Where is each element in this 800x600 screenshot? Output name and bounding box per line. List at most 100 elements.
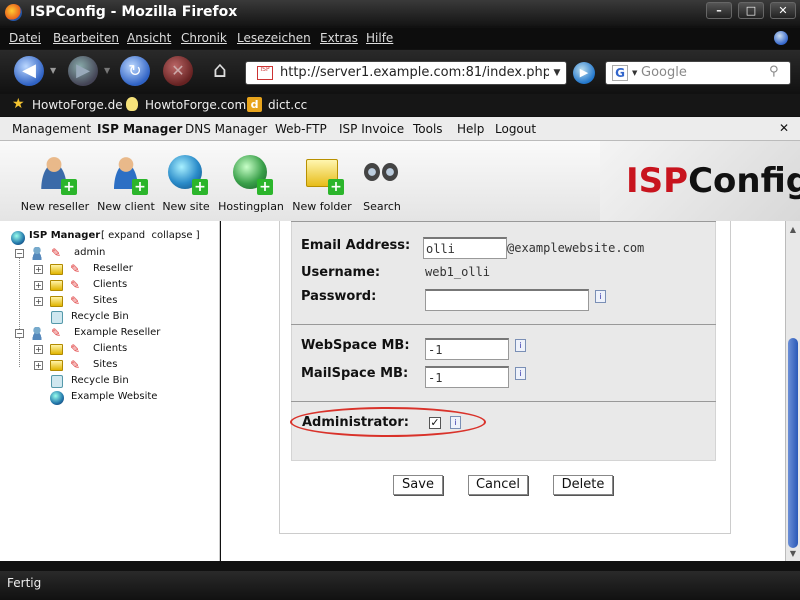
- hostingplan-button[interactable]: + Hostingplan: [216, 155, 286, 221]
- help-icon[interactable]: i: [515, 367, 526, 380]
- tree-item-example-reseller[interactable]: Example Reseller: [74, 327, 160, 341]
- back-history-chevron-icon[interactable]: ▼: [50, 66, 56, 75]
- reseller-icon: +: [35, 155, 77, 195]
- tree-item-sites[interactable]: Sites: [93, 295, 117, 309]
- forward-history-chevron-icon[interactable]: ▼: [104, 66, 110, 75]
- tree-item-clients-2[interactable]: Clients: [93, 343, 127, 357]
- url-bar[interactable]: ISP http://server1.example.com:81/index.…: [245, 61, 567, 85]
- tree-item-recycle-bin[interactable]: Recycle Bin: [71, 311, 129, 325]
- edit-pencil-icon[interactable]: ✎: [70, 295, 82, 307]
- maximize-button[interactable]: □: [738, 2, 764, 19]
- expand-toggle-icon[interactable]: +: [34, 345, 43, 354]
- help-icon[interactable]: i: [515, 339, 526, 352]
- collapse-toggle-icon[interactable]: −: [15, 329, 24, 338]
- password-field[interactable]: [425, 289, 589, 311]
- app-menu-tools[interactable]: Tools: [413, 122, 443, 136]
- app-menu-help[interactable]: Help: [457, 122, 484, 136]
- tree-root-label[interactable]: ISP Manager: [29, 230, 100, 244]
- app-menu-management[interactable]: Management: [12, 122, 91, 136]
- logo-isp: ISP: [626, 161, 689, 201]
- close-window-button[interactable]: ✕: [770, 2, 796, 19]
- app-menu-logout[interactable]: Logout: [495, 122, 536, 136]
- menu-extras[interactable]: Extras: [320, 31, 358, 45]
- edit-pencil-icon[interactable]: ✎: [51, 247, 63, 259]
- minimize-button[interactable]: –: [706, 2, 732, 19]
- recycle-bin-icon: [51, 311, 63, 324]
- new-site-button[interactable]: + New site: [160, 155, 212, 221]
- bookmark-dictcc[interactable]: dict.cc: [268, 98, 307, 112]
- menu-bearbeiten[interactable]: Bearbeiten: [53, 31, 119, 45]
- dictcc-icon: d: [247, 97, 262, 112]
- help-icon[interactable]: i: [595, 290, 606, 303]
- menu-lesezeichen[interactable]: Lesezeichen: [237, 31, 311, 45]
- scroll-up-icon[interactable]: ▲: [787, 225, 799, 237]
- search-input[interactable]: Google: [641, 65, 687, 80]
- edit-pencil-icon[interactable]: ✎: [70, 359, 82, 371]
- url-dropdown-icon[interactable]: ▼: [549, 66, 565, 81]
- menu-datei[interactable]: Datei: [9, 31, 41, 45]
- tree-item-admin[interactable]: admin: [74, 247, 105, 261]
- browser-menubar: Datei Bearbeiten Ansicht Chronik Lesezei…: [0, 28, 800, 49]
- scrollbar-thumb[interactable]: [788, 338, 798, 548]
- new-folder-button[interactable]: + New folder: [291, 155, 353, 221]
- tree-collapse-link[interactable]: collapse: [152, 230, 193, 241]
- engine-dropdown-icon[interactable]: ▼: [632, 69, 637, 77]
- go-icon[interactable]: ▶: [573, 62, 595, 84]
- menu-hilfe[interactable]: Hilfe: [366, 31, 393, 45]
- username-value: web1_olli: [425, 265, 491, 279]
- expand-toggle-icon[interactable]: +: [34, 265, 43, 274]
- app-menu-web-ftp[interactable]: Web-FTP: [275, 122, 327, 136]
- app-menu-dns-manager[interactable]: DNS Manager: [185, 122, 267, 136]
- search-box[interactable]: G ▼ Google ⚲: [605, 61, 791, 85]
- tree-expand-link[interactable]: expand: [108, 230, 145, 241]
- mailspace-label: MailSpace MB:: [301, 366, 409, 381]
- back-icon[interactable]: ◀: [14, 56, 44, 86]
- menu-ansicht[interactable]: Ansicht: [127, 31, 171, 45]
- save-button[interactable]: Save: [393, 475, 443, 495]
- reload-icon[interactable]: ↻: [120, 56, 150, 86]
- administrator-checkbox[interactable]: ✓: [429, 417, 441, 429]
- lightbulb-icon: [126, 97, 138, 111]
- app-menu-isp-invoice[interactable]: ISP Invoice: [339, 122, 404, 136]
- edit-pencil-icon[interactable]: ✎: [70, 279, 82, 291]
- status-bar: Fertig: [0, 571, 800, 600]
- email-domain: @examplewebsite.com: [507, 241, 645, 255]
- site-favicon-icon: ISP: [257, 66, 273, 80]
- bookmark-howtoforge-com[interactable]: HowtoForge.com: [145, 98, 246, 112]
- google-engine-icon[interactable]: G: [612, 65, 628, 81]
- help-icon[interactable]: i: [450, 416, 461, 429]
- menu-chronik[interactable]: Chronik: [181, 31, 227, 45]
- expand-toggle-icon[interactable]: +: [34, 297, 43, 306]
- tree-item-example-website[interactable]: Example Website: [71, 391, 157, 405]
- new-client-button[interactable]: + New client: [96, 155, 156, 221]
- delete-button[interactable]: Delete: [553, 475, 613, 495]
- status-text: Fertig: [7, 576, 42, 590]
- home-icon[interactable]: ⌂: [206, 58, 234, 84]
- tree-item-clients[interactable]: Clients: [93, 279, 127, 293]
- url-text[interactable]: http://server1.example.com:81/index.php?…: [280, 65, 566, 80]
- cancel-button[interactable]: Cancel: [468, 475, 528, 495]
- email-field[interactable]: olli: [423, 237, 507, 259]
- expand-toggle-icon[interactable]: +: [34, 361, 43, 370]
- tree-item-reseller[interactable]: Reseller: [93, 263, 133, 277]
- tree-item-recycle-bin-2[interactable]: Recycle Bin: [71, 375, 129, 389]
- window-titlebar: ISPConfig - Mozilla Firefox – □ ✕: [0, 0, 800, 26]
- close-icon[interactable]: ✕: [777, 121, 791, 135]
- edit-pencil-icon[interactable]: ✎: [70, 343, 82, 355]
- mailspace-field[interactable]: -1: [425, 366, 509, 388]
- edit-pencil-icon[interactable]: ✎: [51, 327, 63, 339]
- webspace-field[interactable]: -1: [425, 338, 509, 360]
- forward-icon[interactable]: ▶: [68, 56, 98, 86]
- collapse-toggle-icon[interactable]: −: [15, 249, 24, 258]
- scroll-down-icon[interactable]: ▼: [787, 549, 799, 561]
- app-menu-isp-manager[interactable]: ISP Manager: [97, 122, 182, 136]
- tree-item-sites-2[interactable]: Sites: [93, 359, 117, 373]
- edit-pencil-icon[interactable]: ✎: [70, 263, 82, 275]
- expand-toggle-icon[interactable]: +: [34, 281, 43, 290]
- scrollbar[interactable]: ▲ ▼: [785, 221, 800, 561]
- search-magnifier-icon[interactable]: ⚲: [769, 64, 779, 79]
- bookmark-howtoforge-de[interactable]: HowtoForge.de: [32, 98, 123, 112]
- search-button[interactable]: Search: [358, 155, 406, 221]
- new-reseller-button[interactable]: + New reseller: [18, 155, 92, 221]
- stop-icon[interactable]: ✕: [163, 56, 193, 86]
